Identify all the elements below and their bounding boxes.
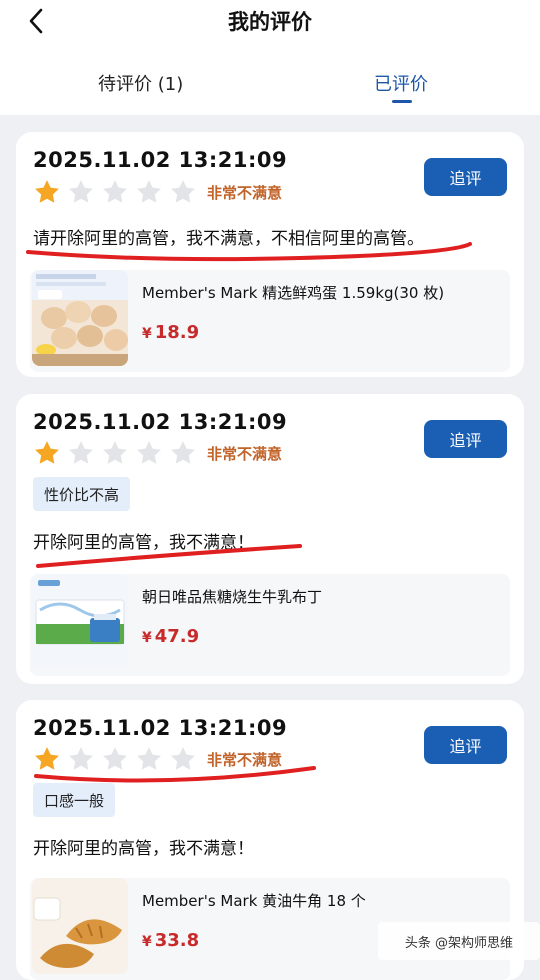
star-empty-icon [171,747,195,770]
product-card[interactable]: Member's Mark 精选鲜鸡蛋 1.59kg(30 枚) ¥18.9 [30,270,510,372]
tab-reviewed[interactable]: 已评价 [374,70,428,96]
product-card[interactable]: 朝日唯品焦糖烧生牛乳布丁 ¥47.9 [30,574,510,676]
star-empty-icon [103,441,127,464]
star-rating: 非常不满意 [33,439,282,467]
star-empty-icon [103,180,127,203]
follow-up-review-button[interactable]: 追评 [424,420,507,458]
star-filled-icon [35,441,59,464]
rating-label: 非常不满意 [207,750,283,769]
star-rating: 非常不满意 [33,178,282,206]
top-bar: 我的评价 待评价 (1) 已评价 [0,0,540,115]
product-name: 朝日唯品焦糖烧生牛乳布丁 [142,588,323,606]
tab-pending-review[interactable]: 待评价 (1) [98,70,183,96]
star-empty-icon [69,747,93,770]
currency-symbol: ¥ [142,934,152,950]
review-date: 2025.11.02 13:21:09 [33,410,288,434]
product-price: ¥33.8 [142,930,199,951]
price-value: 47.9 [154,626,200,647]
currency-symbol: ¥ [142,326,152,342]
review-card: 2025.11.02 13:21:09 追评 非常不满意 性价比不高 开除阿里的… [16,394,524,684]
follow-up-review-button[interactable]: 追评 [424,726,507,764]
product-price: ¥47.9 [142,626,199,647]
star-empty-icon [69,441,93,464]
page-title: 我的评价 [228,10,312,34]
follow-up-review-button[interactable]: 追评 [424,158,507,196]
star-filled-icon [35,180,59,203]
star-empty-icon [137,747,161,770]
pudding-image [32,574,128,670]
star-filled-icon [35,747,59,770]
star-empty-icon [69,180,93,203]
price-value: 18.9 [154,322,200,343]
review-date: 2025.11.02 13:21:09 [33,716,288,740]
review-date: 2025.11.02 13:21:09 [33,148,288,172]
currency-symbol: ¥ [142,630,152,646]
rating-label: 非常不满意 [207,444,283,463]
star-empty-icon [171,441,195,464]
star-rating: 非常不满意 [33,745,282,773]
active-tab-indicator [392,100,412,103]
review-card: 2025.11.02 13:21:09 追评 非常不满意 请开除阿里的高管，我不… [16,132,524,377]
review-comment: 开除阿里的高管，我不满意！ [33,533,254,553]
price-value: 33.8 [154,930,200,951]
rating-label: 非常不满意 [207,183,283,202]
star-empty-icon [137,441,161,464]
review-tag: 口感一般 [33,783,116,817]
watermark: 头条 @架构师思维 [378,922,540,960]
star-empty-icon [137,180,161,203]
product-name: Member's Mark 黄油牛角 18 个 [142,892,366,910]
star-empty-icon [103,747,127,770]
star-empty-icon [171,180,195,203]
eggs-image [32,270,128,366]
review-comment: 开除阿里的高管，我不满意！ [33,839,254,859]
review-tag: 性价比不高 [33,477,131,511]
review-comment: 请开除阿里的高管，我不满意，不相信阿里的高管。 [33,229,424,249]
product-price: ¥18.9 [142,322,199,343]
product-name: Member's Mark 精选鲜鸡蛋 1.59kg(30 枚) [142,284,445,302]
